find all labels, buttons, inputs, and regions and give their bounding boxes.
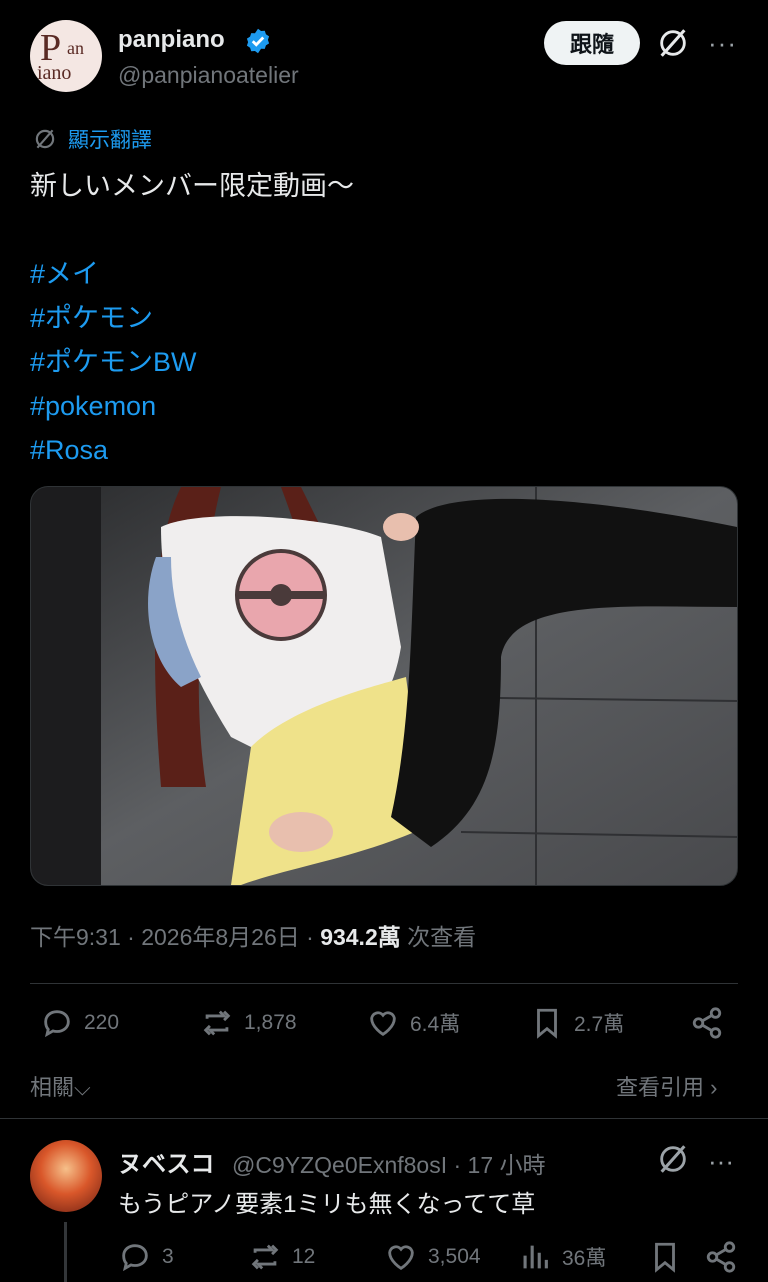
- view-count-label: 次查看: [400, 924, 477, 950]
- repost-count: 1,878: [244, 1011, 297, 1034]
- hashtag-link[interactable]: #メイ: [30, 252, 730, 296]
- related-dropdown[interactable]: 相關⌵: [30, 1070, 91, 1102]
- reply-author-name[interactable]: ヌベスコ: [118, 1144, 214, 1179]
- bookmark-icon: [655, 1242, 675, 1273]
- repost-icon: [251, 1244, 279, 1270]
- verified-badge-icon: [246, 28, 270, 54]
- divider: [0, 1118, 768, 1119]
- tweet-media-image[interactable]: [30, 486, 738, 886]
- bookmark-icon: [537, 1008, 557, 1039]
- reply-button[interactable]: 220: [40, 1006, 119, 1040]
- reply-icon: [122, 1244, 148, 1272]
- analytics-icon: [523, 1245, 548, 1269]
- reply-reply-count: 3: [162, 1245, 174, 1268]
- heart-icon: [370, 1011, 396, 1037]
- reply-bookmark-button[interactable]: [648, 1240, 682, 1274]
- reply-view-count: 36萬: [562, 1247, 607, 1270]
- repost-icon: [203, 1010, 231, 1036]
- bookmark-count: 2.7萬: [574, 1013, 625, 1036]
- author-handle[interactable]: @panpianoatelier: [118, 62, 299, 89]
- reply-text: もうピアノ要素1ミリも無くなってて草: [118, 1191, 536, 1218]
- reply-like-count: 3,504: [428, 1245, 481, 1268]
- author-name[interactable]: panpiano: [118, 26, 225, 54]
- share-icon: [706, 1241, 736, 1273]
- bookmark-button[interactable]: 2.7萬: [530, 1006, 624, 1040]
- media-illustration: [31, 487, 737, 885]
- reply-count: 220: [84, 1011, 120, 1034]
- reply-like-button[interactable]: 3,504: [384, 1240, 481, 1274]
- reply-handle-time[interactable]: @C9YZQe0Exnf8osI · 17 小時: [232, 1146, 546, 1180]
- reply-repost-button[interactable]: 12: [248, 1240, 315, 1274]
- reply-more-options-icon[interactable]: ···: [708, 1146, 734, 1177]
- reply-icon: [44, 1010, 70, 1038]
- reply-share-button[interactable]: [704, 1240, 738, 1274]
- share-icon: [692, 1007, 722, 1039]
- share-button[interactable]: [690, 1006, 724, 1040]
- reply-reply-button[interactable]: 3: [118, 1240, 174, 1274]
- repost-button[interactable]: 1,878: [200, 1006, 297, 1040]
- grok-icon[interactable]: [656, 1142, 690, 1176]
- tweet-timestamp-views: 下午9:31 · 2026年8月26日 · 934.2萬 次查看: [30, 918, 476, 952]
- translate-label: 顯示翻譯: [68, 129, 152, 152]
- tweet-text: 新しいメンバー限定動画〜 #メイ #ポケモン #ポケモンBW #pokemon …: [30, 164, 730, 472]
- reply-repost-count: 12: [292, 1245, 316, 1268]
- like-count: 6.4萬: [410, 1013, 461, 1036]
- reply-views-button[interactable]: 36萬: [518, 1240, 606, 1274]
- hashtag-link[interactable]: #pokemon: [30, 384, 730, 428]
- thread-line: [64, 1222, 67, 1282]
- hashtag-link[interactable]: #ポケモンBW: [30, 340, 730, 384]
- divider: [30, 983, 738, 984]
- show-translation-link[interactable]: 顯示翻譯: [32, 124, 152, 154]
- avatar-text-bottom: iano: [37, 62, 72, 84]
- more-options-icon[interactable]: ···: [708, 28, 737, 59]
- tweet-timestamp[interactable]: 下午9:31 · 2026年8月26日 ·: [30, 924, 320, 950]
- like-button[interactable]: 6.4萬: [366, 1006, 460, 1040]
- heart-icon: [388, 1245, 414, 1271]
- follow-button[interactable]: 跟隨: [544, 21, 640, 65]
- view-count: 934.2萬: [320, 924, 401, 950]
- hashtag-link[interactable]: #ポケモン: [30, 296, 730, 340]
- tweet-main-text: 新しいメンバー限定動画〜: [30, 171, 354, 201]
- view-quotes-link[interactable]: 查看引用 ›: [616, 1070, 717, 1102]
- reply-avatar[interactable]: [30, 1140, 102, 1212]
- author-avatar[interactable]: P an iano: [30, 20, 102, 92]
- grok-translate-icon: [35, 129, 55, 149]
- avatar-text-top: an: [67, 38, 84, 58]
- hashtag-link[interactable]: #Rosa: [30, 428, 730, 472]
- grok-icon[interactable]: [656, 26, 690, 60]
